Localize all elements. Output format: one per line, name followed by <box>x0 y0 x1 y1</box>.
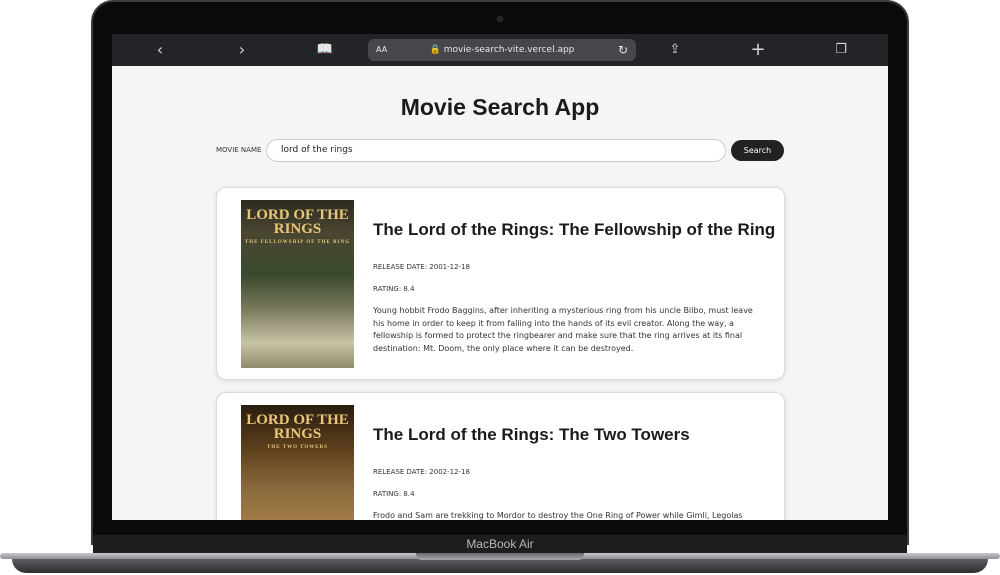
bookmarks-icon[interactable]: 📖 <box>313 39 337 61</box>
page-title: Movie Search App <box>400 94 600 120</box>
movie-card: LORD OF THE RINGS THE TWO TOWERS The Lord… <box>216 392 785 520</box>
back-icon[interactable]: ‹ <box>148 39 172 61</box>
browser-toolbar: ‹ › 📖 AA 🔒 movie-search-vite.vercel.app … <box>112 34 888 66</box>
url-text: movie-search-vite.vercel.app <box>443 45 575 55</box>
movie-card: LORD OF THE RINGS THE FELLOWSHIP OF THE R… <box>216 187 785 380</box>
forward-icon[interactable]: › <box>230 39 254 61</box>
page: Movie Search App MOVIE NAME lord of the … <box>112 66 888 520</box>
movie-search-input[interactable]: lord of the rings <box>266 139 726 162</box>
laptop-base <box>0 535 1000 575</box>
tabs-icon[interactable]: ❐ <box>829 39 853 61</box>
screen: ‹ › 📖 AA 🔒 movie-search-vite.vercel.app … <box>112 34 888 520</box>
movie-title: The Lord of the Rings: The Fellowship of… <box>373 220 776 239</box>
rating: RATING: 8.4 <box>373 285 415 293</box>
release-date: RELEASE DATE: 2002-12-18 <box>373 468 470 476</box>
movie-poster: LORD OF THE RINGS THE TWO TOWERS <box>241 405 354 520</box>
new-tab-icon[interactable]: + <box>746 39 770 61</box>
address-bar[interactable]: AA 🔒 movie-search-vite.vercel.app ↻ <box>368 39 636 61</box>
movie-poster: LORD OF THE RINGS THE FELLOWSHIP OF THE R… <box>241 200 354 368</box>
lock-icon: 🔒 <box>429 45 441 55</box>
share-icon[interactable]: ⇪ <box>663 39 687 61</box>
reload-icon[interactable]: ↻ <box>618 39 628 61</box>
release-date: RELEASE DATE: 2001-12-18 <box>373 263 470 271</box>
search-button[interactable]: Search <box>731 140 784 161</box>
overview: Young hobbit Frodo Baggins, after inheri… <box>373 306 753 353</box>
movie-title: The Lord of the Rings: The Two Towers <box>373 425 690 444</box>
rating: RATING: 8.4 <box>373 490 415 498</box>
camera <box>497 16 503 22</box>
movie-name-label: MOVIE NAME <box>216 146 262 154</box>
overview: Frodo and Sam are trekking to Mordor to … <box>373 511 743 520</box>
